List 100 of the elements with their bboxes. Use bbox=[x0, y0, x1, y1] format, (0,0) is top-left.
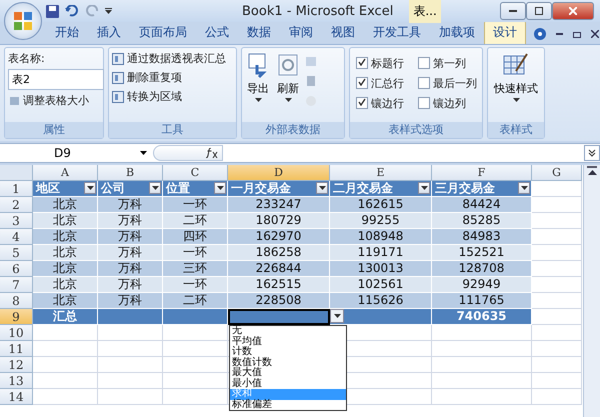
row-header[interactable]: 14 bbox=[0, 389, 33, 405]
row-header[interactable]: 3 bbox=[0, 213, 33, 229]
empty-cell bbox=[98, 325, 163, 341]
row-header[interactable]: 7 bbox=[0, 277, 33, 293]
quick-styles-button[interactable]: 快速样式 bbox=[492, 51, 540, 119]
row-header[interactable]: 10 bbox=[0, 325, 33, 341]
table-cell: 万科 bbox=[98, 293, 163, 309]
table-cell: 北京 bbox=[33, 197, 98, 213]
maximize-button[interactable] bbox=[526, 2, 552, 20]
scroll-up-icon[interactable] bbox=[588, 170, 596, 175]
button-label: 导出 bbox=[247, 81, 269, 96]
caret-icon bbox=[254, 98, 262, 102]
filter-button[interactable] bbox=[418, 182, 430, 194]
table-cell: 北京 bbox=[33, 293, 98, 309]
close-icon[interactable] bbox=[591, 30, 599, 38]
caret-icon bbox=[86, 186, 94, 190]
caret-icon bbox=[152, 186, 158, 190]
tool-button[interactable]: 转换为区域 bbox=[127, 89, 182, 104]
column-header[interactable]: G bbox=[532, 165, 582, 181]
filter-button[interactable] bbox=[316, 182, 328, 194]
table-name-field[interactable]: 表2 bbox=[8, 69, 104, 90]
filter-button[interactable] bbox=[84, 182, 96, 194]
ribbon-tab[interactable]: 加载项 bbox=[430, 20, 484, 44]
restore-icon[interactable] bbox=[573, 30, 581, 38]
checkbox[interactable] bbox=[356, 97, 368, 109]
ribbon-tab[interactable]: 审阅 bbox=[280, 20, 322, 44]
tool-button[interactable]: 通过数据透视表汇总 bbox=[127, 51, 226, 66]
external-data-button[interactable]: 刷新 bbox=[275, 51, 301, 119]
table-cell: 228508 bbox=[228, 293, 330, 309]
table-cell: 111765 bbox=[432, 293, 532, 309]
column-header[interactable]: D bbox=[228, 165, 330, 181]
checkbox[interactable] bbox=[418, 57, 430, 69]
help-icon[interactable] bbox=[534, 28, 546, 40]
insert-function-button[interactable] bbox=[153, 145, 223, 161]
empty-cell bbox=[98, 373, 163, 389]
undo-icon[interactable] bbox=[65, 5, 79, 17]
row-header[interactable]: 9 bbox=[0, 309, 33, 325]
table-cell: 162515 bbox=[228, 277, 330, 293]
resize-table-button[interactable]: 调整表格大小 bbox=[23, 93, 89, 108]
tool-button[interactable]: 删除重复项 bbox=[127, 70, 182, 85]
function-icon bbox=[206, 148, 218, 158]
window-title: Book1 - Microsoft Excel bbox=[242, 4, 394, 18]
table-name-label: 表名称: bbox=[8, 51, 46, 66]
table-cell: 北京 bbox=[33, 229, 98, 245]
row-header[interactable]: 4 bbox=[0, 229, 33, 245]
ribbon-tab[interactable]: 设计 bbox=[484, 20, 526, 44]
row-header[interactable]: 6 bbox=[0, 261, 33, 277]
total-row-cell bbox=[98, 309, 163, 325]
ribbon-tab[interactable]: 开始 bbox=[46, 20, 88, 44]
column-header[interactable]: F bbox=[432, 165, 532, 181]
total-label-cell: 汇总 bbox=[33, 309, 98, 325]
column-header[interactable]: B bbox=[98, 165, 163, 181]
checkbox[interactable] bbox=[356, 77, 368, 89]
external-data-button[interactable]: 导出 bbox=[245, 51, 271, 119]
ribbon-tab[interactable]: 开发工具 bbox=[364, 20, 430, 44]
checkbox[interactable] bbox=[356, 57, 368, 69]
ribbon-tab[interactable]: 页面布局 bbox=[130, 20, 196, 44]
total-value-cell: 740635 bbox=[432, 309, 532, 325]
dropdown-button[interactable] bbox=[330, 309, 344, 323]
table-cell: 84424 bbox=[432, 197, 532, 213]
table-cell: 84983 bbox=[432, 229, 532, 245]
filter-button[interactable] bbox=[518, 182, 530, 194]
ribbon-tab[interactable]: 公式 bbox=[196, 20, 238, 44]
selected-cell[interactable] bbox=[228, 309, 330, 325]
column-header[interactable]: C bbox=[163, 165, 228, 181]
checkbox[interactable] bbox=[418, 77, 430, 89]
row-header[interactable]: 5 bbox=[0, 245, 33, 261]
close-button[interactable] bbox=[552, 2, 594, 20]
expand-formula-bar-button[interactable] bbox=[584, 145, 600, 161]
save-icon[interactable] bbox=[46, 4, 59, 18]
minimize-button[interactable] bbox=[500, 2, 526, 20]
ribbon-tab[interactable]: 视图 bbox=[322, 20, 364, 44]
customize-caret-icon[interactable] bbox=[105, 8, 112, 14]
empty-cell bbox=[163, 373, 228, 389]
resize-table-icon bbox=[8, 96, 20, 106]
row-header[interactable]: 12 bbox=[0, 357, 33, 373]
checkbox[interactable] bbox=[418, 97, 430, 109]
name-box[interactable]: D9 bbox=[0, 146, 140, 160]
row-header[interactable]: 13 bbox=[0, 373, 33, 389]
table-cell: 北京 bbox=[33, 261, 98, 277]
filter-button[interactable] bbox=[214, 182, 226, 194]
table-cell: 北京 bbox=[33, 277, 98, 293]
row-header[interactable]: 1 bbox=[0, 181, 33, 197]
table-cell: 北京 bbox=[33, 245, 98, 261]
filter-button[interactable] bbox=[149, 182, 161, 194]
checkbox-label: 最后一列 bbox=[433, 76, 477, 90]
ribbon-tab[interactable]: 插入 bbox=[88, 20, 130, 44]
checkbox-label: 第一列 bbox=[433, 56, 466, 70]
split-handle-icon[interactable] bbox=[587, 166, 597, 168]
row-header[interactable]: 11 bbox=[0, 341, 33, 357]
row-header[interactable]: 2 bbox=[0, 197, 33, 213]
column-header[interactable]: E bbox=[330, 165, 432, 181]
caret-icon[interactable] bbox=[140, 151, 147, 155]
ribbon-tab[interactable]: 数据 bbox=[238, 20, 280, 44]
column-header[interactable]: A bbox=[33, 165, 98, 181]
table-cell: 102561 bbox=[330, 277, 432, 293]
vertical-scrollbar[interactable] bbox=[583, 165, 600, 417]
row-header[interactable]: 8 bbox=[0, 293, 33, 309]
office-button[interactable] bbox=[4, 2, 42, 40]
caret-icon bbox=[318, 186, 326, 190]
